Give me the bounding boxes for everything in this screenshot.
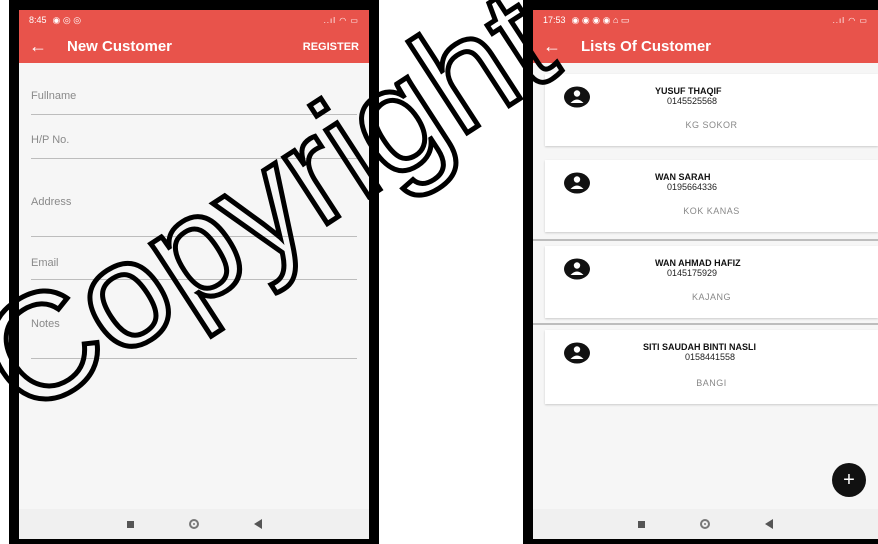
notes-field[interactable]: Notes <box>31 318 357 360</box>
status-icons: ◉ ◎ ◎ <box>52 14 82 25</box>
signal-wifi-battery-icon: ..ıl ◠ ▭ <box>832 15 868 25</box>
customer-phone: 0158441558 <box>685 352 736 362</box>
customer-address: KG SOKOR <box>685 120 738 130</box>
person-icon <box>564 172 590 194</box>
customer-name: SITI SAUDAH BINTI NASLI <box>643 342 757 352</box>
home-icon[interactable] <box>700 519 710 529</box>
home-icon[interactable] <box>188 519 199 529</box>
new-customer-screen: 8:45 ◉ ◎ ◎ ..ıl ◠ ▭ ← New Customer REGIS… <box>19 10 369 539</box>
hp-no-placeholder: H/P No. <box>31 134 70 146</box>
fullname-placeholder: Fullname <box>31 90 77 102</box>
notes-underline <box>31 358 357 359</box>
status-bar: 8:45 ◉ ◎ ◎ ..ıl ◠ ▭ <box>19 10 369 30</box>
app-bar: ← Lists Of Customer <box>533 30 878 63</box>
address-field[interactable]: Address <box>31 196 357 238</box>
customer-name: YUSUF THAQIF <box>655 86 722 96</box>
email-underline <box>31 279 357 280</box>
status-bar: 17:53 ◉ ◉ ◉ ◉ ⌂ ▭ ..ıl ◠ ▭ <box>533 10 878 30</box>
recents-icon[interactable] <box>126 520 134 528</box>
customer-address: KOK KANAS <box>683 206 740 216</box>
system-nav-bar <box>19 509 369 539</box>
page-title: New Customer <box>67 38 173 55</box>
signal-wifi-battery-icon: ..ıl ◠ ▭ <box>323 15 359 25</box>
app-bar: ← New Customer REGISTER <box>19 30 369 63</box>
customer-name: WAN AHMAD HAFIZ <box>655 258 741 268</box>
address-placeholder: Address <box>31 196 72 208</box>
email-field[interactable]: Email <box>31 257 357 281</box>
system-nav-bar <box>533 509 878 539</box>
divider <box>533 239 878 241</box>
person-icon <box>564 342 590 364</box>
hp-no-underline <box>31 158 357 159</box>
left-phone-frame: 8:45 ◉ ◎ ◎ ..ıl ◠ ▭ ← New Customer REGIS… <box>9 0 379 544</box>
status-time: 8:45 <box>29 15 47 25</box>
person-icon <box>564 86 590 108</box>
customer-list-screen: 17:53 ◉ ◉ ◉ ◉ ⌂ ▭ ..ıl ◠ ▭ ← Lists Of Cu… <box>533 10 878 539</box>
back-triangle-icon[interactable] <box>253 519 262 529</box>
back-arrow-icon[interactable]: ← <box>543 36 571 57</box>
customer-address: BANGI <box>696 378 727 388</box>
back-triangle-icon[interactable] <box>765 519 773 529</box>
right-phone-frame: 17:53 ◉ ◉ ◉ ◉ ⌂ ▭ ..ıl ◠ ▭ ← Lists Of Cu… <box>523 0 878 544</box>
status-icons: ◉ ◉ ◉ ◉ ⌂ ▭ <box>571 14 630 25</box>
customer-card[interactable]: WAN SARAH 0195664336 KOK KANAS <box>545 160 878 232</box>
customer-address: KAJANG <box>691 292 731 302</box>
divider <box>533 323 878 325</box>
hp-no-field[interactable]: H/P No. <box>31 134 357 160</box>
customer-card[interactable]: SITI SAUDAH BINTI NASLI 0158441558 BANGI <box>545 330 878 404</box>
register-button[interactable]: REGISTER <box>303 41 359 53</box>
notes-placeholder: Notes <box>31 318 60 330</box>
customer-card[interactable]: WAN AHMAD HAFIZ 0145175929 KAJANG <box>545 246 878 318</box>
fullname-field[interactable]: Fullname <box>31 90 357 116</box>
status-time: 17:53 <box>543 15 566 25</box>
address-underline <box>31 236 357 237</box>
customer-phone: 0145525568 <box>667 96 718 106</box>
customer-phone: 0195664336 <box>667 182 718 192</box>
customer-name: WAN SARAH <box>655 172 711 182</box>
back-arrow-icon[interactable]: ← <box>29 36 57 57</box>
customer-card[interactable]: YUSUF THAQIF 0145525568 KG SOKOR <box>545 74 878 146</box>
page-title: Lists Of Customer <box>581 38 712 55</box>
recents-icon[interactable] <box>638 520 645 528</box>
person-icon <box>564 258 590 280</box>
fullname-underline <box>31 114 357 115</box>
customer-phone: 0145175929 <box>667 268 718 278</box>
email-placeholder: Email <box>31 257 59 269</box>
add-customer-button[interactable]: + <box>832 463 866 497</box>
